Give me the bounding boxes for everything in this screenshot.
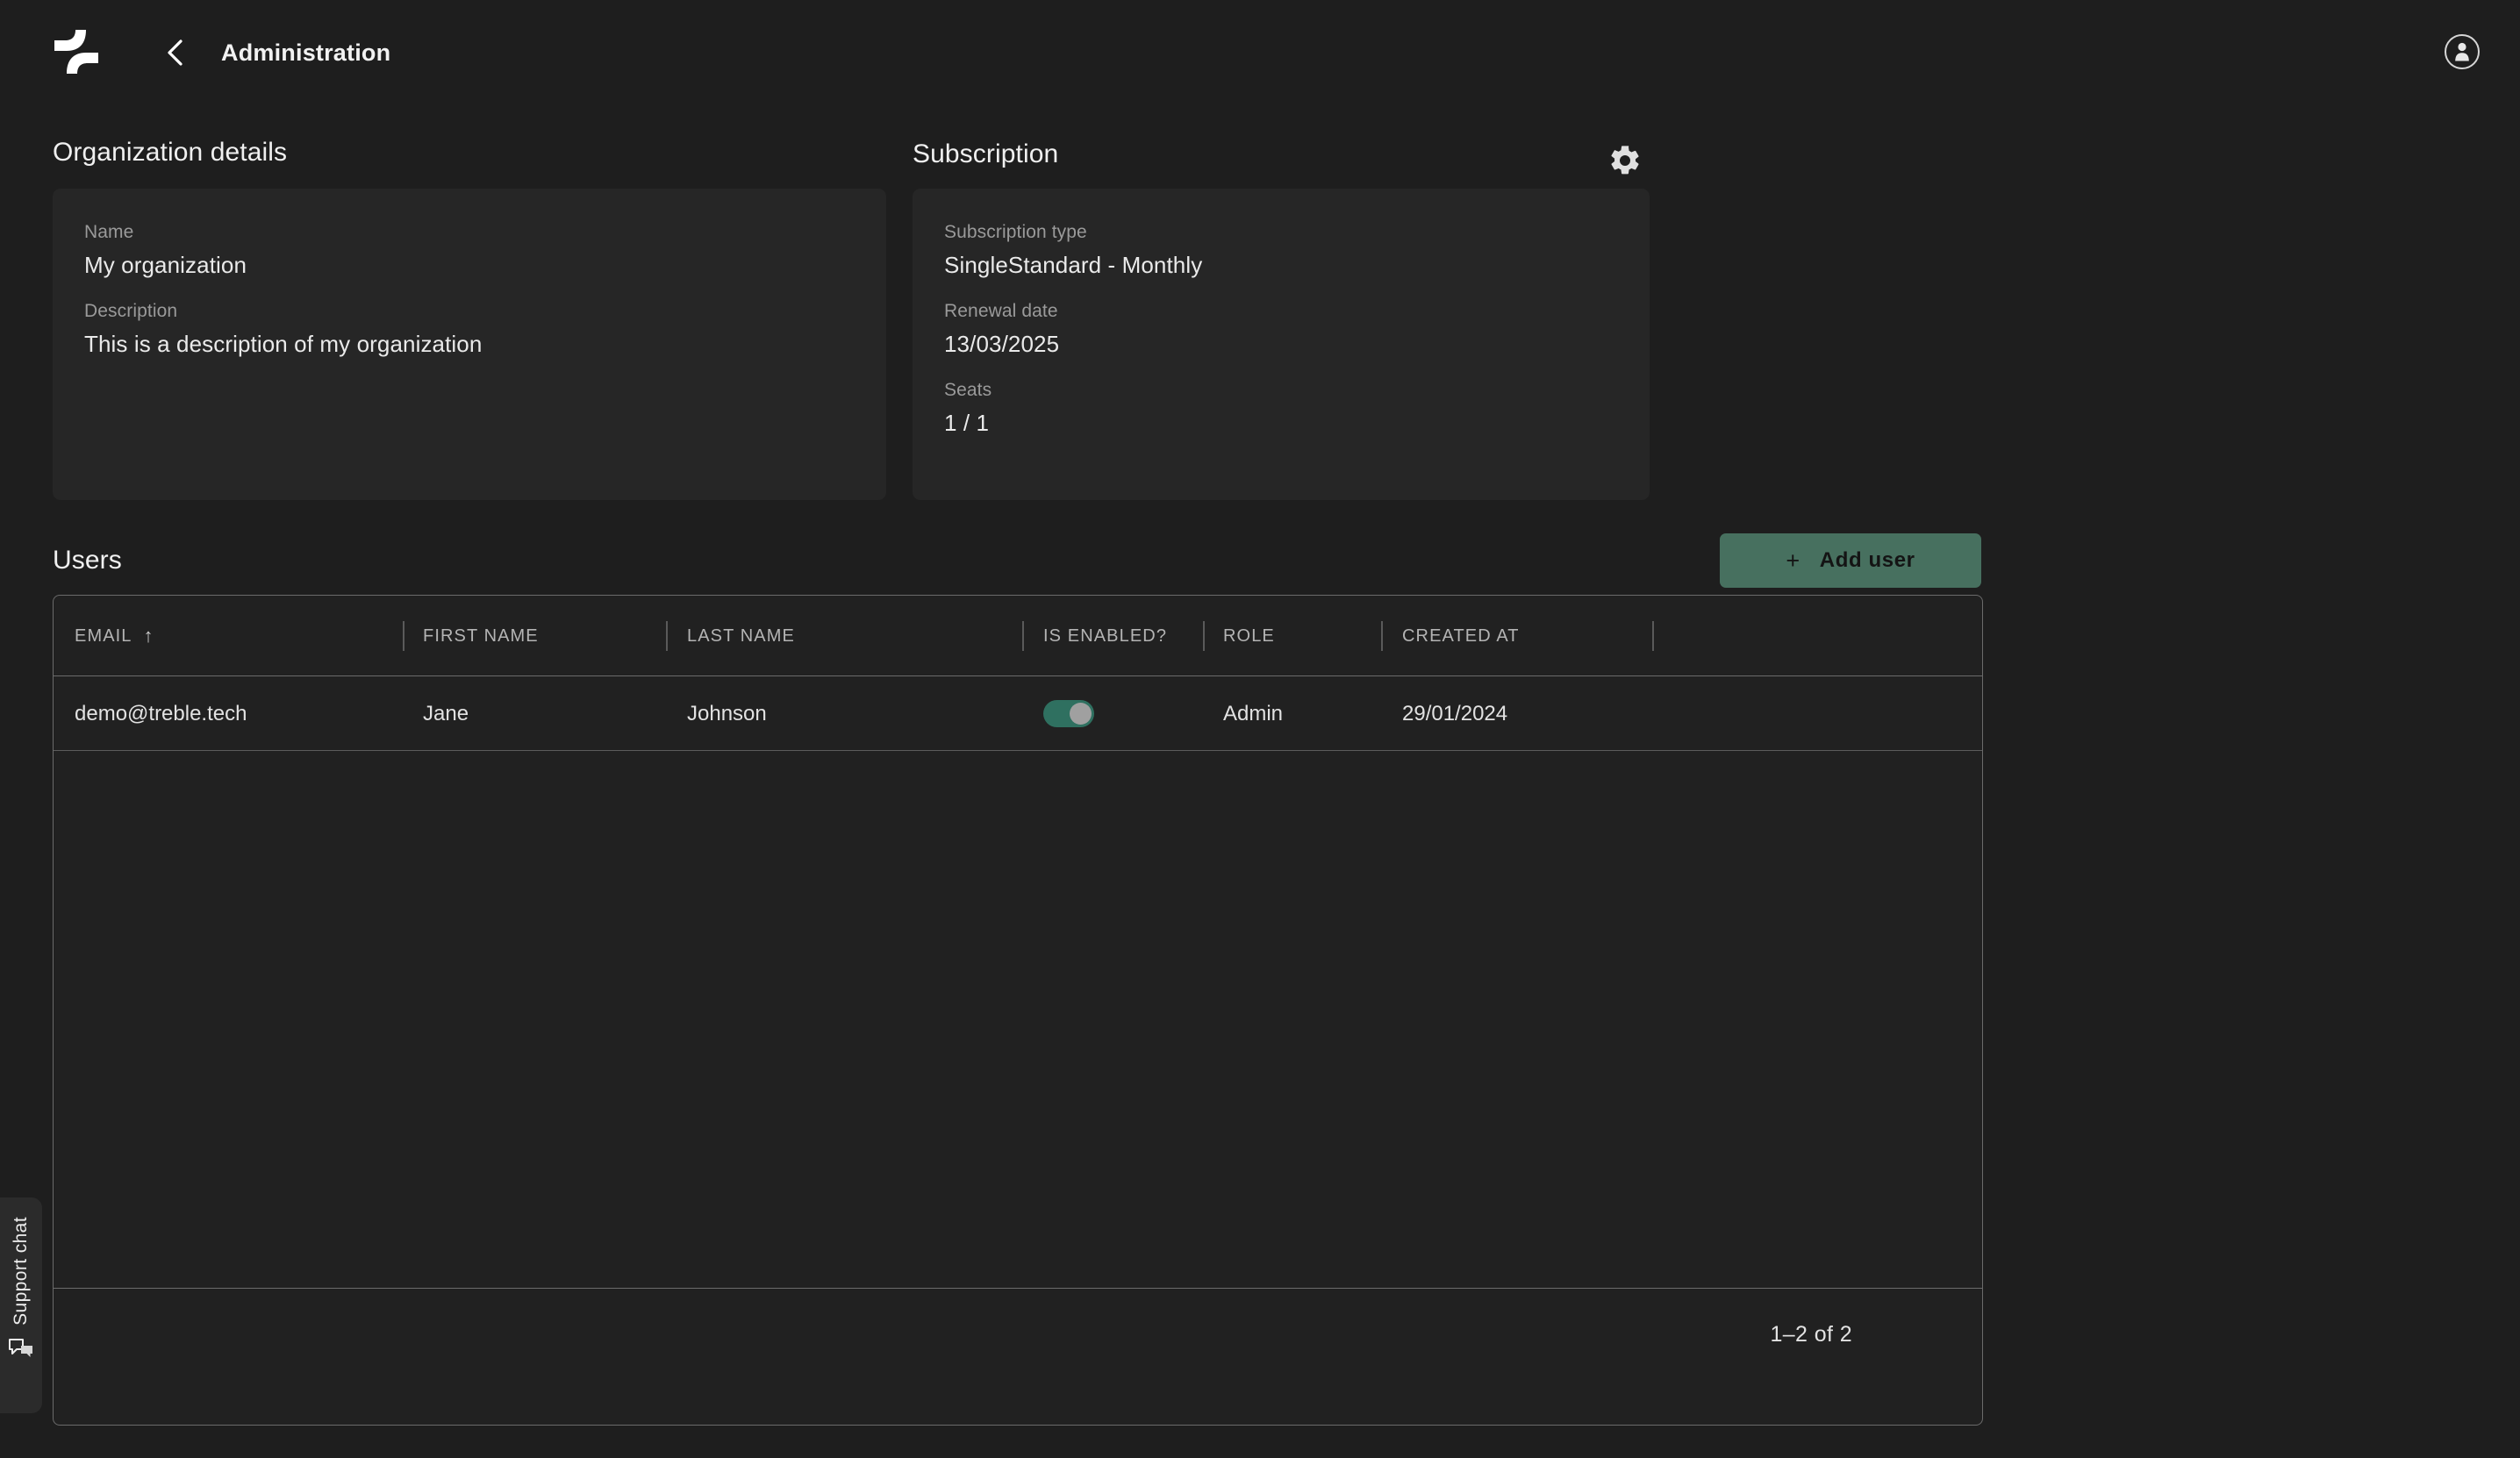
cell-role: Admin xyxy=(1223,701,1284,725)
add-user-button-label: Add user xyxy=(1819,548,1915,572)
subscription-field-type: Subscription type SingleStandard - Month… xyxy=(944,222,1618,279)
add-user-button[interactable]: + Add user xyxy=(1720,533,1981,588)
subscription-settings-button[interactable] xyxy=(1607,143,1643,178)
column-divider xyxy=(1203,621,1205,651)
column-header-email[interactable]: EMAIL ↑ xyxy=(75,596,154,676)
column-header-first-name-label: FIRST NAME xyxy=(423,625,539,646)
column-header-created-at[interactable]: CREATED AT xyxy=(1402,596,1520,676)
organization-details-heading: Organization details xyxy=(53,138,288,167)
column-header-email-label: EMAIL xyxy=(75,625,132,646)
subscription-card: Subscription type SingleStandard - Month… xyxy=(913,189,1650,500)
org-field-description-value: This is a description of my organization xyxy=(84,331,483,357)
seats-label: Seats xyxy=(944,380,992,400)
column-header-created-at-label: CREATED AT xyxy=(1402,625,1520,646)
page-title: Administration xyxy=(221,39,391,66)
toggle-knob xyxy=(1070,703,1092,725)
organization-details-card: Name My organization Description This is… xyxy=(53,189,886,500)
org-field-description-label: Description xyxy=(84,301,178,321)
pagination-label: 1–2 of 2 xyxy=(1770,1322,1852,1347)
table-header-row: EMAIL ↑ FIRST NAME LAST NAME IS ENABLED?… xyxy=(54,596,1982,676)
subscription-heading: Subscription xyxy=(913,139,1059,168)
cell-is-enabled xyxy=(1043,676,1094,751)
back-button[interactable] xyxy=(156,33,195,72)
column-header-last-name-label: LAST NAME xyxy=(687,625,795,646)
org-field-name: Name My organization xyxy=(84,222,855,279)
is-enabled-toggle[interactable] xyxy=(1043,700,1094,727)
table-footer: 1–2 of 2 xyxy=(54,1288,1982,1381)
column-divider xyxy=(1381,621,1383,651)
column-header-first-name[interactable]: FIRST NAME xyxy=(423,596,539,676)
support-chat-tab[interactable]: Support chat xyxy=(0,1197,42,1413)
renewal-date-label: Renewal date xyxy=(944,301,1058,321)
account-circle-icon[interactable] xyxy=(2441,31,2483,73)
treble-logo-icon[interactable] xyxy=(49,25,104,79)
column-header-last-name[interactable]: LAST NAME xyxy=(687,596,795,676)
org-field-name-value: My organization xyxy=(84,252,247,278)
subscription-type-value: SingleStandard - Monthly xyxy=(944,252,1203,278)
column-header-role-label: ROLE xyxy=(1223,625,1275,646)
users-table: EMAIL ↑ FIRST NAME LAST NAME IS ENABLED?… xyxy=(53,595,1983,1426)
table-row[interactable]: demo@treble.tech Jane Johnson Admin 29/0… xyxy=(54,676,1982,751)
column-divider xyxy=(1652,621,1654,651)
column-header-role[interactable]: ROLE xyxy=(1223,596,1275,676)
renewal-date-value: 13/03/2025 xyxy=(944,331,1060,357)
table-empty-space xyxy=(54,751,1982,1288)
cell-first-name: Jane xyxy=(423,701,469,725)
users-heading: Users xyxy=(53,546,122,575)
cell-last-name: Johnson xyxy=(687,701,767,725)
column-header-is-enabled[interactable]: IS ENABLED? xyxy=(1043,596,1167,676)
org-field-description: Description This is a description of my … xyxy=(84,301,855,358)
seats-value: 1 / 1 xyxy=(944,410,990,436)
column-divider xyxy=(403,621,404,651)
cell-created-at: 29/01/2024 xyxy=(1402,701,1508,725)
subscription-field-renewal: Renewal date 13/03/2025 xyxy=(944,301,1618,358)
plus-icon: + xyxy=(1786,547,1801,574)
top-bar: Administration xyxy=(0,0,2520,105)
support-chat-label: Support chat xyxy=(11,1217,31,1326)
column-header-is-enabled-label: IS ENABLED? xyxy=(1043,625,1168,646)
cell-email: demo@treble.tech xyxy=(75,701,247,725)
chevron-left-icon xyxy=(168,39,183,66)
column-divider xyxy=(1022,621,1024,651)
org-field-name-label: Name xyxy=(84,222,134,242)
sort-ascending-icon: ↑ xyxy=(143,625,154,647)
column-divider xyxy=(666,621,668,651)
chat-bubbles-icon xyxy=(8,1338,34,1365)
subscription-type-label: Subscription type xyxy=(944,222,1087,242)
gear-icon xyxy=(1611,146,1639,175)
subscription-field-seats: Seats 1 / 1 xyxy=(944,380,1618,437)
